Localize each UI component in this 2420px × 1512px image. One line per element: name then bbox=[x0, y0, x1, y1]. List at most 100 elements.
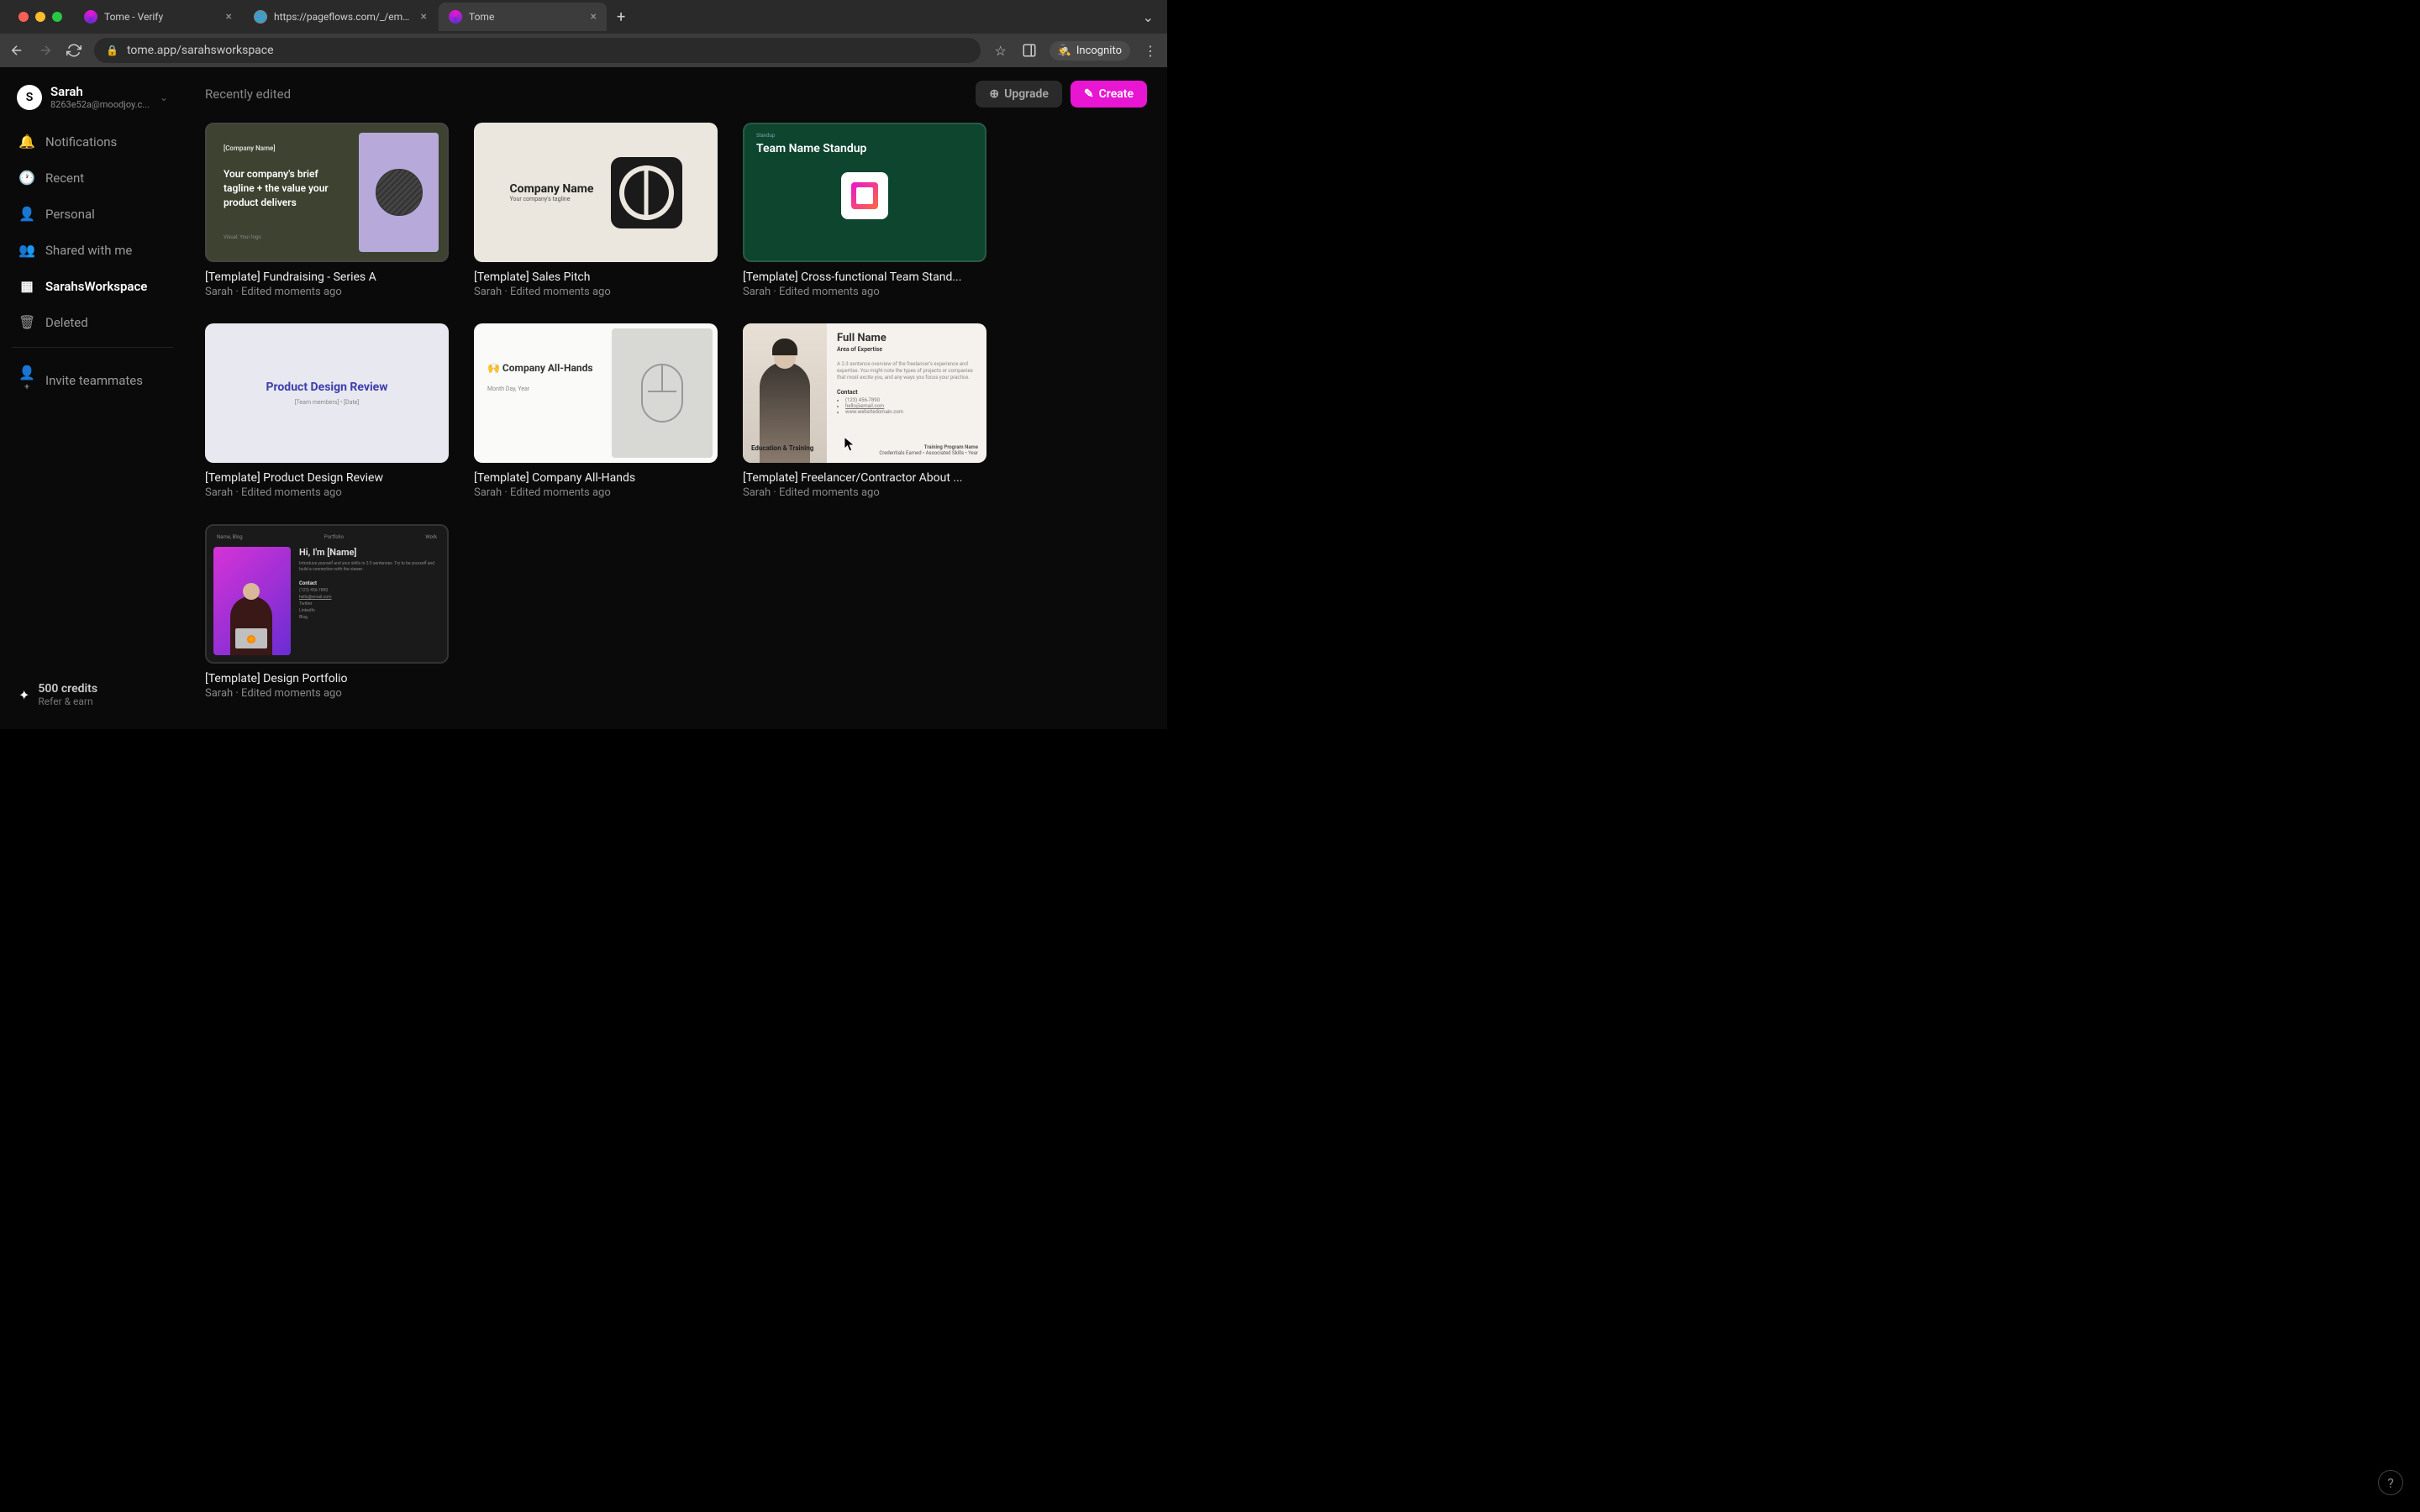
thumb-phone: (123) 456-7890 bbox=[845, 397, 976, 403]
sidebar-item-label: Personal bbox=[45, 207, 95, 222]
clock-icon: 🕐 bbox=[18, 170, 35, 186]
sidebar-item-recent[interactable]: 🕐 Recent bbox=[12, 161, 173, 194]
app-container: S Sarah 8263e52a@moodjoy.c... ⌄ 🔔 Notifi… bbox=[0, 67, 1167, 729]
maximize-window-icon[interactable] bbox=[52, 12, 62, 22]
document-grid: [Company Name] Your company's brief tagl… bbox=[205, 123, 1147, 700]
document-title: [Template] Product Design Review bbox=[205, 471, 449, 485]
upgrade-arrow-icon: ⊕ bbox=[989, 87, 999, 101]
avatar: S bbox=[17, 85, 42, 110]
thumb-label: Standup bbox=[756, 133, 973, 139]
thumb-nav: Portfolio bbox=[324, 534, 344, 540]
document-thumbnail: Standup Team Name Standup bbox=[743, 123, 986, 262]
reload-button[interactable] bbox=[66, 42, 82, 59]
user-email: 8263e52a@moodjoy.c... bbox=[50, 99, 151, 110]
help-button[interactable]: ? bbox=[2378, 1470, 2403, 1495]
document-thumbnail: Name, Blog Portfolio Work Hi, I'm [Name]… bbox=[205, 524, 449, 664]
browser-tab-active[interactable]: Tome × bbox=[439, 3, 607, 31]
url-input[interactable]: 🔒 tome.app/sarahsworkspace bbox=[94, 38, 981, 63]
thumb-visual-note: Visual: Your logo bbox=[224, 234, 350, 240]
document-meta: Sarah · Edited moments ago bbox=[474, 486, 718, 499]
thumb-subtitle: [Team members] • [Date] bbox=[295, 399, 360, 406]
address-bar: 🔒 tome.app/sarahsworkspace ☆ 🕵️ Incognit… bbox=[0, 34, 1167, 67]
tabs-dropdown-icon[interactable]: ⌄ bbox=[1143, 9, 1167, 25]
window-controls bbox=[8, 12, 72, 22]
document-card[interactable]: Standup Team Name Standup [Template] Cro… bbox=[743, 123, 986, 298]
document-card[interactable]: [Company Name] Your company's brief tagl… bbox=[205, 123, 449, 298]
document-thumbnail: 🙌 Company All-Hands Month Day, Year bbox=[474, 323, 718, 463]
add-person-icon: 👤⁺ bbox=[18, 365, 35, 396]
new-tab-button[interactable]: + bbox=[608, 8, 634, 26]
thumb-company-name: Company Name bbox=[510, 182, 594, 196]
main-content: Recently edited ⊕ Upgrade ✎ Create [Comp… bbox=[185, 67, 1167, 729]
url-text: tome.app/sarahsworkspace bbox=[127, 44, 274, 57]
document-card[interactable]: Company Name Your company's tagline [Tem… bbox=[474, 123, 718, 298]
minimize-window-icon[interactable] bbox=[35, 12, 45, 22]
thumb-name: Full Name bbox=[837, 332, 976, 344]
sidebar-item-shared[interactable]: 👥 Shared with me bbox=[12, 234, 173, 266]
credits-button[interactable]: ✦ 500 credits Refer & earn bbox=[12, 674, 173, 716]
app-graphic-icon bbox=[841, 172, 888, 219]
thumb-area: Area of Expertise bbox=[837, 346, 976, 353]
tome-favicon-icon bbox=[449, 10, 462, 24]
sidebar-item-label: Shared with me bbox=[45, 243, 132, 258]
incognito-badge[interactable]: 🕵️ Incognito bbox=[1050, 41, 1130, 60]
thumb-creds: Credentials Earned • Associated Skills •… bbox=[879, 450, 978, 456]
sidebar-item-label: Notifications bbox=[45, 134, 117, 150]
document-meta: Sarah · Edited moments ago bbox=[205, 286, 449, 298]
document-meta: Sarah · Edited moments ago bbox=[205, 486, 449, 499]
create-edit-icon: ✎ bbox=[1084, 87, 1094, 101]
portrait-graphic-icon bbox=[213, 547, 291, 655]
close-window-icon[interactable] bbox=[18, 12, 29, 22]
document-title: [Template] Cross-functional Team Stand..… bbox=[743, 270, 986, 284]
lock-icon: 🔒 bbox=[106, 45, 118, 56]
document-card[interactable]: 🙌 Company All-Hands Month Day, Year [Tem… bbox=[474, 323, 718, 499]
section-title: Recently edited bbox=[205, 87, 291, 102]
user-menu[interactable]: S Sarah 8263e52a@moodjoy.c... ⌄ bbox=[12, 81, 173, 113]
thumb-phone: (123) 456-7890 bbox=[299, 588, 440, 593]
thumb-edu-label: Education & Training bbox=[751, 444, 813, 456]
user-name: Sarah bbox=[50, 84, 151, 99]
create-button[interactable]: ✎ Create bbox=[1071, 81, 1147, 108]
sidebar-item-deleted[interactable]: 🗑 Deleted bbox=[12, 306, 173, 339]
sidebar-invite-teammates[interactable]: 👤⁺ Invite teammates bbox=[12, 356, 173, 405]
sidebar-item-notifications[interactable]: 🔔 Notifications bbox=[12, 125, 173, 158]
sidebar-item-workspace[interactable]: ▦ SarahsWorkspace bbox=[12, 270, 173, 302]
thumb-desc: A 2-3 sentence overview of the freelance… bbox=[837, 361, 976, 381]
menu-icon[interactable]: ⋮ bbox=[1142, 42, 1159, 59]
browser-tab[interactable]: 🌐 https://pageflows.com/_/email... × bbox=[244, 3, 437, 31]
create-label: Create bbox=[1099, 87, 1134, 101]
sparkle-icon: ✦ bbox=[18, 687, 29, 703]
sidebar-item-personal[interactable]: 👤 Personal bbox=[12, 197, 173, 230]
thumb-title: 🙌 Company All-Hands bbox=[487, 362, 598, 374]
bookmark-icon[interactable]: ☆ bbox=[992, 42, 1009, 59]
document-card[interactable]: Full Name Area of Expertise A 2-3 senten… bbox=[743, 323, 986, 499]
bell-icon: 🔔 bbox=[18, 134, 35, 150]
sidebar-item-label: Invite teammates bbox=[45, 373, 143, 388]
grid-icon: ▦ bbox=[18, 278, 35, 294]
close-tab-icon[interactable]: × bbox=[591, 10, 597, 24]
user-info: Sarah 8263e52a@moodjoy.c... bbox=[50, 84, 151, 110]
credits-subtitle: Refer & earn bbox=[38, 696, 97, 707]
thumb-date: Month Day, Year bbox=[487, 386, 598, 392]
sidebar-item-label: Recent bbox=[45, 171, 84, 186]
logo-graphic-icon bbox=[611, 157, 682, 228]
thumb-contact-label: Contact bbox=[837, 389, 976, 396]
close-tab-icon[interactable]: × bbox=[421, 10, 427, 24]
panel-icon[interactable] bbox=[1021, 42, 1038, 59]
incognito-label: Incognito bbox=[1076, 45, 1122, 57]
upgrade-label: Upgrade bbox=[1004, 87, 1049, 101]
incognito-icon: 🕵️ bbox=[1058, 45, 1071, 57]
close-tab-icon[interactable]: × bbox=[226, 10, 232, 24]
people-icon: 👥 bbox=[18, 242, 35, 258]
upgrade-button[interactable]: ⊕ Upgrade bbox=[976, 81, 1062, 108]
document-title: [Template] Fundraising - Series A bbox=[205, 270, 449, 284]
document-title: [Template] Freelancer/Contractor About .… bbox=[743, 471, 986, 485]
browser-tab[interactable]: Tome - Verify × bbox=[74, 3, 242, 31]
document-card[interactable]: Name, Blog Portfolio Work Hi, I'm [Name]… bbox=[205, 524, 449, 700]
forward-button[interactable] bbox=[37, 42, 54, 59]
document-meta: Sarah · Edited moments ago bbox=[205, 687, 449, 700]
document-meta: Sarah · Edited moments ago bbox=[743, 286, 986, 298]
thumb-tagline: Your company's tagline bbox=[510, 196, 594, 202]
document-card[interactable]: Product Design Review [Team members] • [… bbox=[205, 323, 449, 499]
back-button[interactable] bbox=[8, 42, 25, 59]
